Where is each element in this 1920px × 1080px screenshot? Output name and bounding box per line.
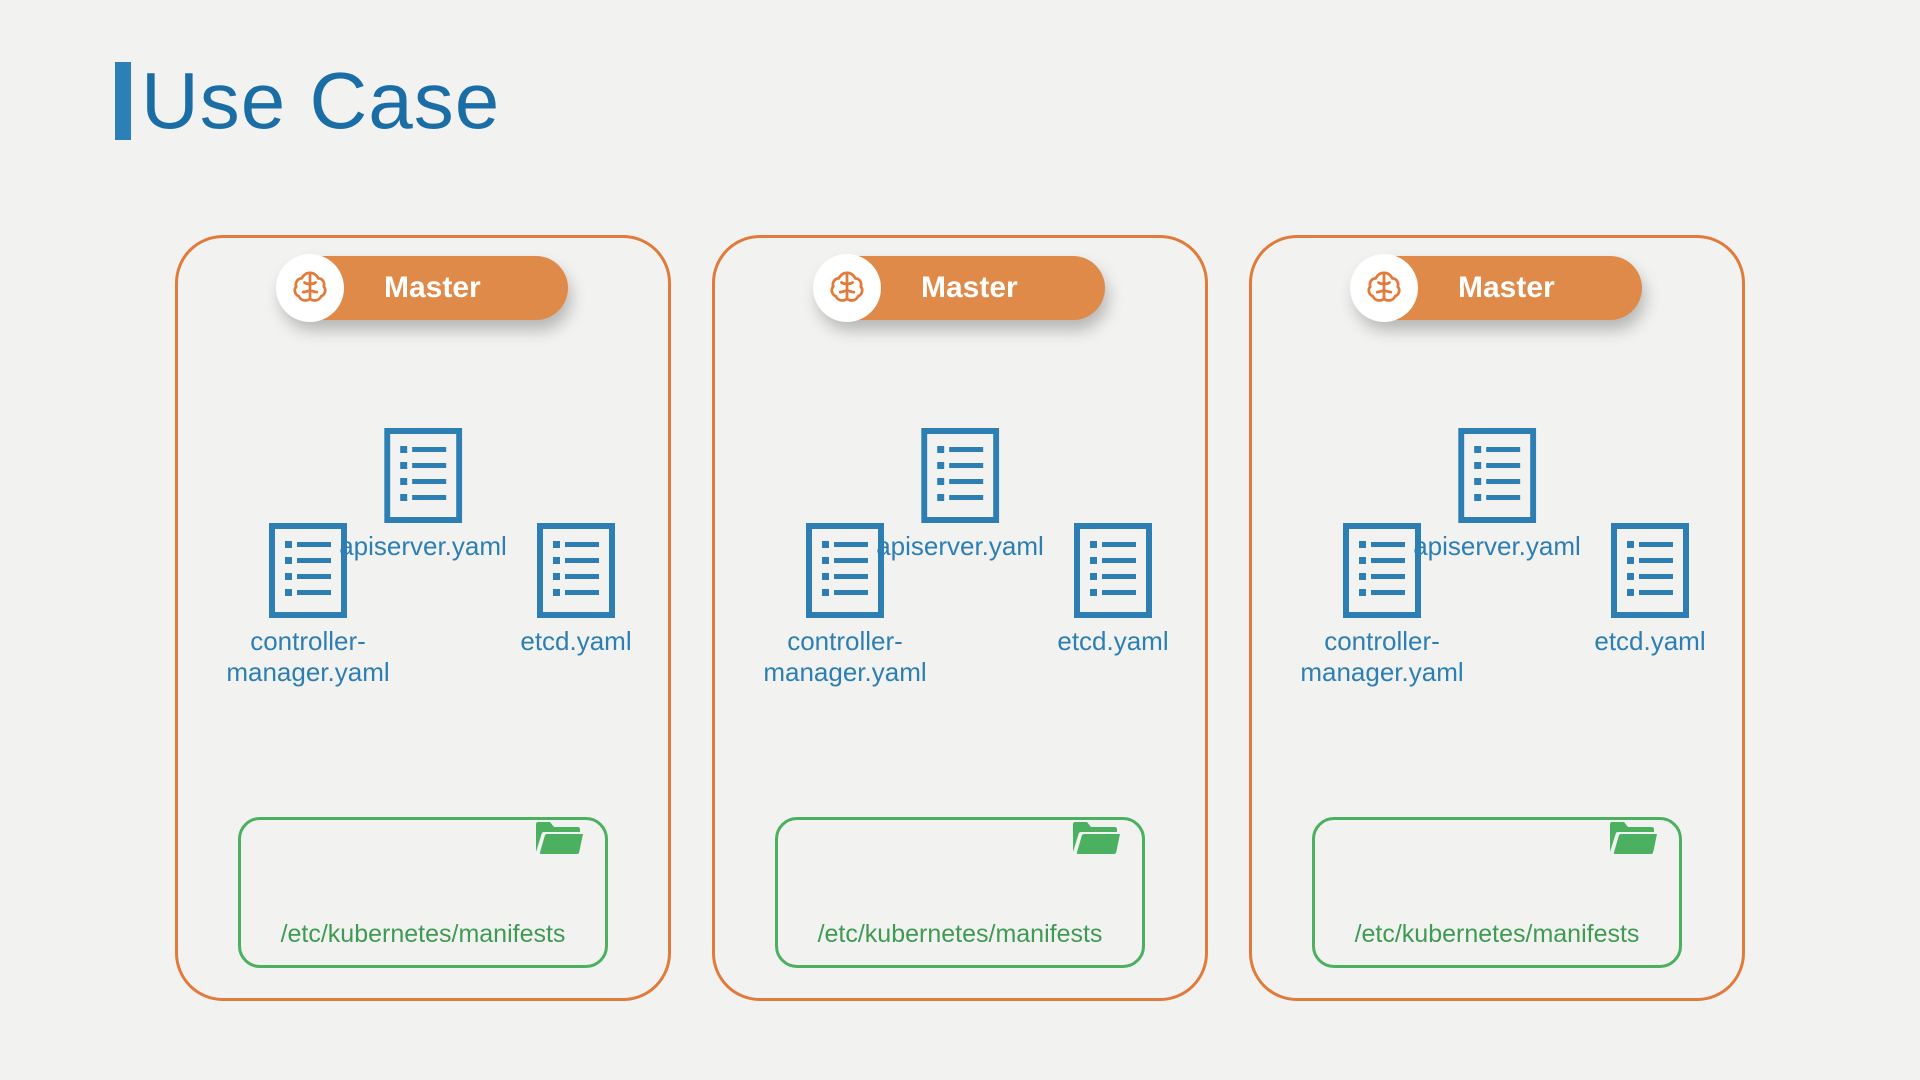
brain-icon <box>276 254 344 322</box>
file-label: controller- manager.yaml <box>745 626 945 688</box>
files-group: apiserver.yaml controller- manager.yaml … <box>1252 428 1742 758</box>
file-controller-manager: controller- manager.yaml <box>208 523 408 688</box>
title-text: Use Case <box>141 55 500 147</box>
list-file-icon <box>921 428 999 523</box>
list-file-icon <box>1074 523 1152 618</box>
file-controller-manager: controller- manager.yaml <box>1282 523 1482 688</box>
manifests-folder: /etc/kubernetes/manifests <box>238 817 608 968</box>
master-label: Master <box>921 271 1018 305</box>
list-file-icon <box>269 523 347 618</box>
cards-row: Master apiserver.yaml controller- manage… <box>175 235 1745 1001</box>
list-file-icon <box>1343 523 1421 618</box>
manifests-folder: /etc/kubernetes/manifests <box>775 817 1145 968</box>
file-controller-manager: controller- manager.yaml <box>745 523 945 688</box>
file-label: etcd.yaml <box>1043 626 1183 657</box>
folder-open-icon <box>1070 814 1120 861</box>
file-etcd: etcd.yaml <box>506 523 646 657</box>
list-file-icon <box>384 428 462 523</box>
master-label: Master <box>384 271 481 305</box>
folder-path-label: /etc/kubernetes/manifests <box>778 920 1142 949</box>
folder-path-label: /etc/kubernetes/manifests <box>1315 920 1679 949</box>
file-label: etcd.yaml <box>506 626 646 657</box>
file-label: controller- manager.yaml <box>1282 626 1482 688</box>
files-group: apiserver.yaml controller- manager.yaml … <box>178 428 668 758</box>
list-file-icon <box>1611 523 1689 618</box>
folder-open-icon <box>533 814 583 861</box>
slide: Use Case Master apiserver.yaml <box>0 0 1920 1080</box>
list-file-icon <box>806 523 884 618</box>
folder-path-label: /etc/kubernetes/manifests <box>241 920 605 949</box>
master-pill: Master <box>278 256 568 320</box>
master-pill: Master <box>815 256 1105 320</box>
brain-icon <box>1350 254 1418 322</box>
manifests-folder: /etc/kubernetes/manifests <box>1312 817 1682 968</box>
file-etcd: etcd.yaml <box>1580 523 1720 657</box>
master-pill: Master <box>1352 256 1642 320</box>
brain-icon <box>813 254 881 322</box>
title-accent-bar <box>115 62 131 140</box>
files-group: apiserver.yaml controller- manager.yaml … <box>715 428 1205 758</box>
list-file-icon <box>537 523 615 618</box>
file-etcd: etcd.yaml <box>1043 523 1183 657</box>
master-card: Master apiserver.yaml controller- manage… <box>1249 235 1745 1001</box>
master-card: Master apiserver.yaml controller- manage… <box>175 235 671 1001</box>
file-label: controller- manager.yaml <box>208 626 408 688</box>
slide-title: Use Case <box>115 55 500 147</box>
master-card: Master apiserver.yaml controller- manage… <box>712 235 1208 1001</box>
folder-open-icon <box>1607 814 1657 861</box>
master-label: Master <box>1458 271 1555 305</box>
file-label: etcd.yaml <box>1580 626 1720 657</box>
list-file-icon <box>1458 428 1536 523</box>
